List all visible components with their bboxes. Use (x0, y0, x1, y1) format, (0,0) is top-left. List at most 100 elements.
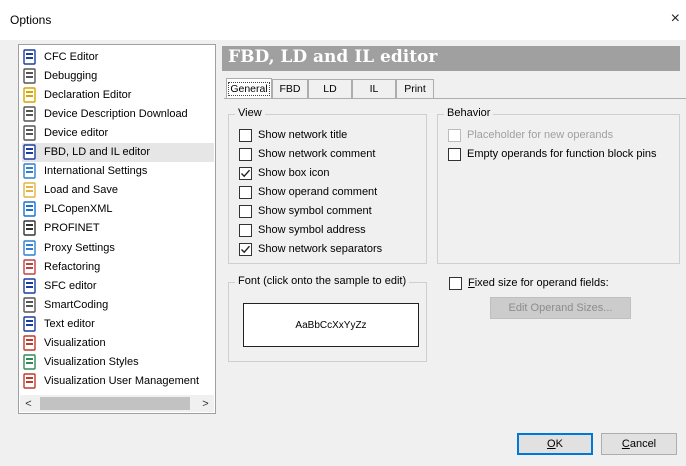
option-label: Show box icon (258, 167, 330, 179)
option-checkbox[interactable] (239, 223, 252, 237)
device-download-icon (22, 106, 38, 122)
option-row[interactable]: Placeholder for new operands (448, 127, 613, 143)
scroll-right-icon[interactable]: > (197, 395, 214, 412)
options-category-tree[interactable]: CFC Editor Debugging Declaration Editor Dev… (18, 44, 216, 414)
tab-general[interactable]: General (226, 78, 272, 98)
sfc-editor-icon (22, 277, 38, 294)
option-checkbox[interactable] (448, 128, 461, 142)
tree-item-label: SmartCoding (44, 298, 109, 311)
option-label: Show network title (258, 129, 348, 141)
tree-item[interactable]: FBD, LD and IL editor (22, 142, 214, 162)
tab-fbd[interactable]: FBD (272, 79, 308, 98)
option-label: Placeholder for new operands (467, 129, 614, 141)
option-row[interactable]: Empty operands for function block pins (448, 146, 657, 162)
cancel-button[interactable]: Cancel (601, 433, 677, 455)
behavior-legend: Behavior (444, 107, 494, 119)
behavior-group: Behavior Placeholder for new operands Emp… (437, 107, 680, 264)
tree-item[interactable]: Visualization User Management (22, 372, 214, 391)
tree-item[interactable]: Refactoring (22, 257, 214, 276)
tab-il[interactable]: IL (352, 79, 396, 98)
smartcoding-icon (22, 297, 38, 313)
folder-icon (22, 182, 38, 198)
tree-item-label: Visualization (44, 337, 106, 349)
tree-item[interactable]: PROFINET (22, 219, 214, 238)
globe-icon (22, 163, 38, 179)
checkmark-icon (241, 245, 251, 253)
tree-item[interactable]: Text editor (22, 314, 214, 333)
debugging-icon (22, 67, 38, 84)
proxy-icon (22, 239, 38, 256)
tree-item[interactable]: Declaration Editor (22, 85, 214, 104)
edit-operand-sizes-button[interactable]: Edit Operand Sizes... (490, 297, 631, 319)
font-sample[interactable]: AaBbCcXxYyZz (243, 303, 419, 347)
panel-title: FBD, LD and IL editor (228, 47, 438, 67)
plcopenxml-icon (22, 201, 38, 217)
text-editor-icon (22, 316, 38, 332)
tree-item[interactable]: Visualization Styles (22, 353, 214, 372)
visualization-styles-icon (22, 354, 38, 370)
refactoring-icon (22, 258, 38, 275)
fixed-size-accel: F (468, 277, 475, 289)
tree-item-label: Visualization User Management (44, 375, 200, 388)
cancel-accel: C (621, 438, 630, 450)
close-icon[interactable]: × (671, 10, 680, 28)
tab-ld-label: LD (323, 83, 337, 95)
option-row[interactable]: Show network separators (239, 241, 382, 257)
tab-print[interactable]: Print (396, 79, 434, 98)
tree-item[interactable]: Visualization (22, 334, 214, 353)
tree-item[interactable]: International Settings (22, 162, 214, 181)
device-editor-icon (22, 125, 38, 141)
tree-item-label: Refactoring (44, 260, 101, 273)
declaration-editor-icon (22, 86, 38, 103)
tree-item[interactable]: Load and Save (22, 181, 214, 200)
tree-item-label: Text editor (44, 317, 95, 330)
view-group: View Show network title Show network comm… (228, 107, 427, 264)
title-bar: Options × (0, 0, 686, 40)
tree-item[interactable]: PLCopenXML (22, 200, 214, 219)
panel-header: FBD, LD and IL editor (222, 46, 680, 71)
tree-item-label: Visualization Styles (44, 356, 139, 369)
tree-item[interactable]: Device editor (22, 123, 214, 142)
fixed-size-label-rest: ixed size for operand fields: (474, 277, 609, 289)
tab-il-label: IL (369, 83, 379, 95)
tree-item-label: PROFINET (44, 222, 100, 235)
fbd-ld-il-editor-icon (22, 144, 38, 160)
option-checkbox[interactable] (239, 166, 252, 180)
tree-item-label: Device Description Download (44, 107, 188, 120)
view-legend: View (235, 107, 265, 119)
tab-page-divider (224, 98, 686, 99)
option-row[interactable]: Show network title (239, 127, 347, 143)
tab-ld[interactable]: LD (308, 79, 352, 98)
option-checkbox[interactable] (448, 147, 461, 161)
tree-item[interactable]: Proxy Settings (22, 238, 214, 257)
tab-fbd-label: FBD (279, 83, 301, 95)
option-label: Show network comment (258, 148, 376, 160)
tree-item-label: Proxy Settings (44, 241, 115, 254)
tree-item[interactable]: CFC Editor (22, 47, 214, 66)
ok-button[interactable]: OK (517, 433, 593, 455)
fixed-size-checkbox[interactable] (449, 276, 462, 290)
option-row[interactable]: Show box icon (239, 165, 330, 181)
option-checkbox[interactable] (239, 185, 252, 199)
option-checkbox[interactable] (239, 147, 252, 161)
tree-item-label: Debugging (44, 69, 98, 82)
tree-item-label: PLCopenXML (44, 203, 113, 216)
option-checkbox[interactable] (239, 242, 252, 256)
option-row[interactable]: Show operand comment (239, 184, 377, 200)
tree-item[interactable]: Device Description Download (22, 104, 214, 123)
fixed-size-checkbox-row[interactable]: Fixed size for operand fields: (449, 275, 609, 291)
font-legend: Font (click onto the sample to edit) (235, 275, 410, 287)
scroll-thumb[interactable] (40, 397, 190, 410)
tree-item[interactable]: SmartCoding (22, 295, 214, 314)
tree-horizontal-scrollbar[interactable]: < > (20, 395, 214, 412)
option-checkbox[interactable] (239, 128, 252, 142)
tree-item[interactable]: Debugging (22, 66, 214, 85)
option-row[interactable]: Show symbol comment (239, 203, 372, 219)
option-label: Empty operands for function block pins (467, 148, 657, 160)
tree-item[interactable]: SFC editor (22, 276, 214, 295)
option-row[interactable]: Show network comment (239, 146, 375, 162)
option-checkbox[interactable] (239, 204, 252, 218)
scroll-left-icon[interactable]: < (20, 395, 37, 412)
option-row[interactable]: Show symbol address (239, 222, 366, 238)
tree-item-label: CFC Editor (44, 50, 99, 63)
